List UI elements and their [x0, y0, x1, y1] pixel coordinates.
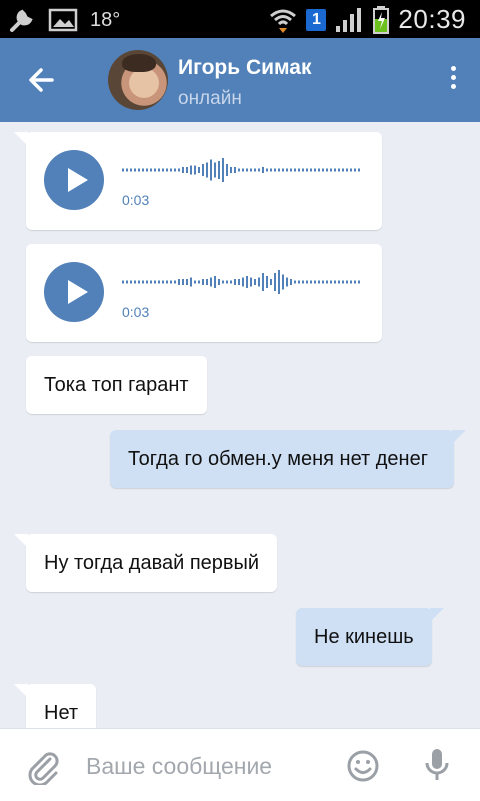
- status-bar: 18° 1 20:39: [0, 0, 480, 38]
- message-bubble-out[interactable]: Тогда го обмен.у меня нет денег: [110, 430, 466, 488]
- message-list[interactable]: 0:03 0:03 Тока топ гарант Тогда го обмен…: [0, 122, 480, 728]
- arrow-left-icon: [29, 68, 54, 92]
- contact-status: онлайн: [178, 88, 242, 109]
- voice-duration: 0:03: [122, 192, 150, 208]
- waveform[interactable]: [122, 156, 362, 184]
- message-bubble-out[interactable]: Не кинешь: [296, 608, 444, 666]
- attach-button[interactable]: [26, 749, 60, 787]
- play-button[interactable]: [44, 262, 104, 322]
- wrench-icon: [10, 9, 33, 32]
- voice-message: 0:03: [26, 244, 382, 342]
- message-input[interactable]: [84, 745, 338, 787]
- contact-avatar[interactable]: [108, 50, 168, 110]
- signal-icon: [336, 7, 362, 32]
- clock: 20:39: [398, 4, 466, 34]
- message-bubble-in[interactable]: Нет: [14, 684, 97, 728]
- waveform[interactable]: [122, 268, 362, 296]
- paperclip-icon: [28, 752, 59, 787]
- message-text: Тогда го обмен.у меня нет денег: [128, 448, 429, 470]
- message-text: Нет: [44, 702, 79, 724]
- image-icon: [48, 8, 78, 32]
- voice-record-button[interactable]: [424, 747, 450, 783]
- voice-duration: 0:03: [122, 304, 150, 320]
- emoji-button[interactable]: [346, 749, 380, 783]
- message-text: Не кинешь: [314, 626, 414, 648]
- notification-badge: 1: [306, 8, 327, 31]
- contact-name[interactable]: Игорь Симак: [178, 56, 312, 80]
- message-bubble-in[interactable]: Тока топ гарант: [26, 356, 207, 414]
- temperature: 18°: [90, 8, 121, 31]
- back-button[interactable]: [22, 62, 62, 98]
- message-text: Тока топ гарант: [44, 374, 189, 396]
- message-bubble-in[interactable]: Ну тогда давай первый: [14, 534, 278, 592]
- more-vertical-icon: [450, 66, 456, 71]
- chat-header: Игорь Симак онлайн: [0, 38, 480, 122]
- more-options-button[interactable]: [446, 66, 460, 96]
- message-text: Ну тогда давай первый: [44, 552, 260, 574]
- wifi-icon: [270, 9, 297, 33]
- microphone-icon: [425, 749, 449, 780]
- smile-icon: [347, 750, 379, 782]
- play-button[interactable]: [44, 150, 104, 210]
- voice-message: 0:03: [14, 132, 382, 230]
- compose-bar: [0, 728, 480, 801]
- battery-icon: [373, 5, 390, 34]
